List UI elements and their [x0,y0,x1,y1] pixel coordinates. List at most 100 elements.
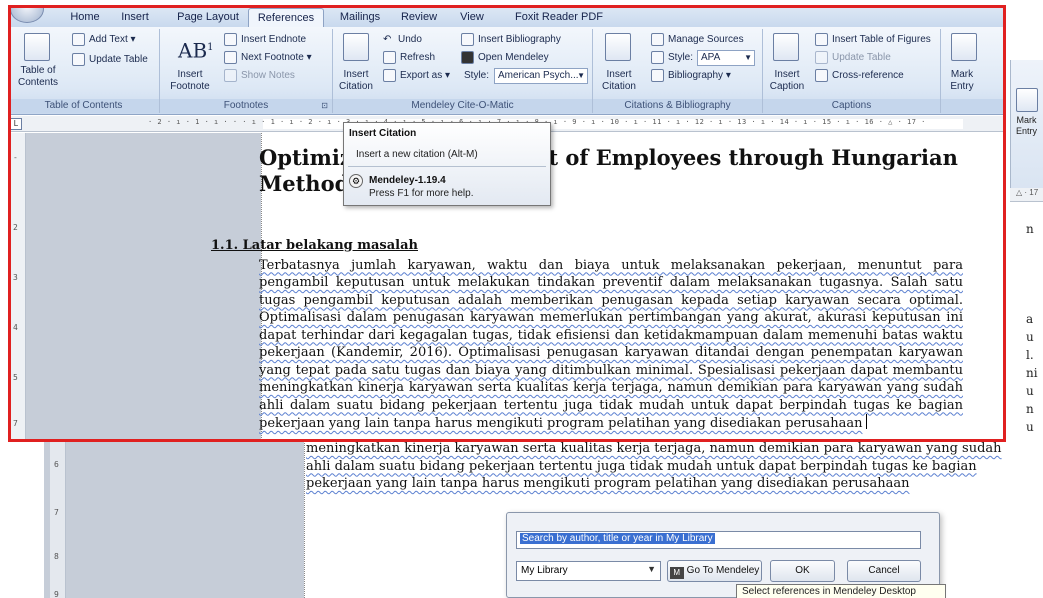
next-footnote-button[interactable]: Next Footnote ▾ [241,52,312,64]
citation-style-select[interactable]: APA ▼ [697,50,755,66]
mendeley-insert-citation-button[interactable]: Insert Citation [333,69,379,93]
insert-endnote-button[interactable]: Insert Endnote [241,34,306,46]
tab-review[interactable]: Review [394,8,444,27]
background-mark-entry-label: Mark Entry [1015,115,1037,136]
library-select[interactable]: My Library ▼ [516,561,661,581]
tab-references[interactable]: References [248,8,324,27]
group-title: Table of Contents [8,99,159,113]
background-document-text: meningkatkan kinerja karyawan serta kual… [306,440,1018,493]
body-paragraph[interactable]: Terbatasnya jumlah karyawan, waktu dan b… [259,258,963,432]
ruler-mark: - [13,153,18,162]
insert-citation-tooltip: Insert Citation Insert a new citation (A… [343,122,551,206]
next-footnote-icon [224,51,237,64]
citation-search-input[interactable]: Search by author, title or year in My Li… [516,531,921,549]
go-to-mendeley-button[interactable]: M Go To Mendeley [667,560,762,582]
group-footnotes: AB1 Insert Footnote Insert Endnote Next … [160,29,333,113]
insert-table-of-figures-button[interactable]: Insert Table of Figures [832,34,931,46]
export-as-button[interactable]: Export as ▾ [400,70,450,82]
group-title: Citations & Bibliography [593,99,762,113]
background-vertical-ruler: 6 7 8 9 [50,440,66,598]
dialog-launcher-icon[interactable]: ⊡ [321,99,328,113]
insert-citation-dropdown[interactable]: Insert Citation [593,69,645,93]
group-title: Mendeley Cite-O-Matic [333,99,592,113]
insert-footnote-button[interactable]: Insert Footnote [162,69,218,93]
undo-icon: ↶ [383,34,392,45]
bibliography-label: Bibliography [668,70,724,81]
background-text-line: ahli dalam suatu bidang pekerjaan terten… [306,458,977,474]
background-text-line: meningkatkan kinerja karyawan serta kual… [306,441,1002,456]
tab-view[interactable]: View [452,8,492,27]
tab-home[interactable]: Home [62,8,108,27]
tab-selector[interactable]: L [10,118,22,130]
mark-entry-button[interactable]: Mark Entry [941,69,983,93]
office-button[interactable] [10,5,44,23]
manage-sources-button[interactable]: Manage Sources [668,34,744,46]
group-index: Mark Entry [941,29,1006,113]
insert-bibliography-button[interactable]: Insert Bibliography [478,34,561,46]
mendeley-style-label: Style: [464,70,490,81]
show-notes-button[interactable]: Show Notes [241,70,295,82]
table-of-contents-button[interactable]: Table of Contents [10,65,66,89]
insert-caption-icon [773,33,799,61]
group-citations-bibliography: Insert Citation Manage Sources Style: AP… [593,29,763,113]
search-placeholder-text: Search by author, title or year in My Li… [520,533,715,544]
screenshot-stage: Mark Entry △ · 17 n a u l. ni u n u 6 7 … [0,0,1043,598]
gear-icon: ⚙ [349,174,363,188]
add-text-icon [72,33,85,46]
mendeley-style-select[interactable]: American Psych... ▼ [494,68,588,84]
ruler-number: 9 [54,590,59,598]
add-text-button[interactable]: Add Text ▾ [89,34,136,46]
update-table-icon [72,53,85,66]
background-text-fragment: l. [1026,348,1034,362]
chevron-down-icon: ▼ [577,71,585,80]
section-heading[interactable]: 1.1. Latar belakang masalah [211,237,915,255]
group-title [941,99,1006,113]
tab-foxit-reader-pdf[interactable]: Foxit Reader PDF [504,8,614,27]
next-footnote-label: Next Footnote [241,52,304,63]
ruler-number: 6 [54,460,59,469]
undo-button[interactable]: Undo [398,34,422,46]
vertical-ruler[interactable]: - 2 3 4 5 7 [8,133,26,442]
group-title: Captions [763,99,940,113]
ruler-mark: 5 [13,373,18,382]
export-icon [383,69,396,82]
bibliography-icon [651,69,664,82]
background-text-fragment: u [1026,420,1034,434]
group-table-of-contents: Table of Contents Add Text ▾ Update Tabl… [8,29,160,113]
group-captions: Insert Caption Insert Table of Figures U… [763,29,941,113]
bibliography-button[interactable]: Bibliography ▾ [668,70,731,82]
open-mendeley-button[interactable]: Open Mendeley [478,52,549,64]
background-ruler-fragment: △ · 17 [1010,188,1043,202]
workspace-background [26,133,261,442]
ok-button[interactable]: OK [770,560,835,582]
ribbon-tab-bar: Home Insert Page Layout References Maili… [8,5,1006,27]
dialog-tooltip: Select references in Mendeley Desktop [736,584,946,598]
table-of-contents-icon [24,33,50,61]
document-body[interactable]: 1.1. Latar belakang masalah Terbatasnya … [211,237,963,433]
captions-update-table-button[interactable]: Update Table [832,52,891,64]
insert-endnote-icon [224,33,237,46]
tooltip-divider [348,166,546,167]
go-to-mendeley-label: Go To Mendeley [686,565,760,576]
group-mendeley-cite-o-matic: Insert Citation ↶ Undo Refresh Export as… [333,29,593,113]
tab-insert[interactable]: Insert [112,8,158,27]
tooltip-description: Insert a new citation (Alt-M) [356,149,478,160]
export-as-label: Export as [400,70,443,81]
cancel-button[interactable]: Cancel [847,560,921,582]
cross-reference-button[interactable]: Cross-reference [832,70,904,82]
ruler-mark: 2 [13,223,18,232]
tab-mailings[interactable]: Mailings [334,8,386,27]
background-text-line: pekerjaan yang lain tanpa harus mengikut… [306,476,910,491]
table-of-figures-icon [815,33,828,46]
update-table-button[interactable]: Update Table [89,54,148,66]
references-ribbon: Table of Contents Add Text ▾ Update Tabl… [8,27,1006,115]
add-text-label: Add Text [89,34,128,45]
insert-caption-button[interactable]: Insert Caption [763,69,811,93]
background-text-fragment: u [1026,384,1034,398]
manage-sources-icon [651,33,664,46]
background-text-fragment: a [1026,312,1034,326]
refresh-button[interactable]: Refresh [400,52,435,64]
insert-bibliography-icon [461,33,474,46]
tab-page-layout[interactable]: Page Layout [170,8,246,27]
update-table-icon [815,51,828,64]
